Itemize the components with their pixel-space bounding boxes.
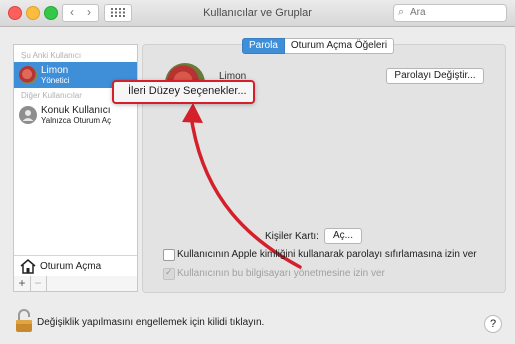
contacts-card-label: Kişiler Kartı:: [265, 231, 319, 242]
help-button[interactable]: ?: [484, 315, 502, 333]
users-groups-window: ‹ › Kullanıcılar ve Gruplar ⌕ Şu Anki Ku…: [0, 0, 515, 344]
allow-admin-checkbox[interactable]: ✓: [163, 267, 175, 280]
check-mark-icon: ✓: [165, 267, 173, 277]
allow-apple-id-reset-label: Kullanıcının Apple kimliğini kullanarak …: [177, 249, 477, 260]
lock-description: Değişiklik yapılmasını engellemek için k…: [37, 317, 265, 328]
advanced-options-label: İleri Düzey Seçenekler...: [128, 85, 247, 97]
allow-admin-label: Kullanıcının bu bilgisayarı yönetmesine …: [177, 268, 385, 279]
lock-icon[interactable]: [15, 309, 33, 333]
allow-apple-id-reset-checkbox[interactable]: [163, 249, 175, 261]
open-contacts-card-button[interactable]: Aç...: [324, 228, 362, 244]
advanced-options-menu-item[interactable]: İleri Düzey Seçenekler...: [112, 80, 255, 104]
annotation-arrow: [182, 103, 302, 269]
